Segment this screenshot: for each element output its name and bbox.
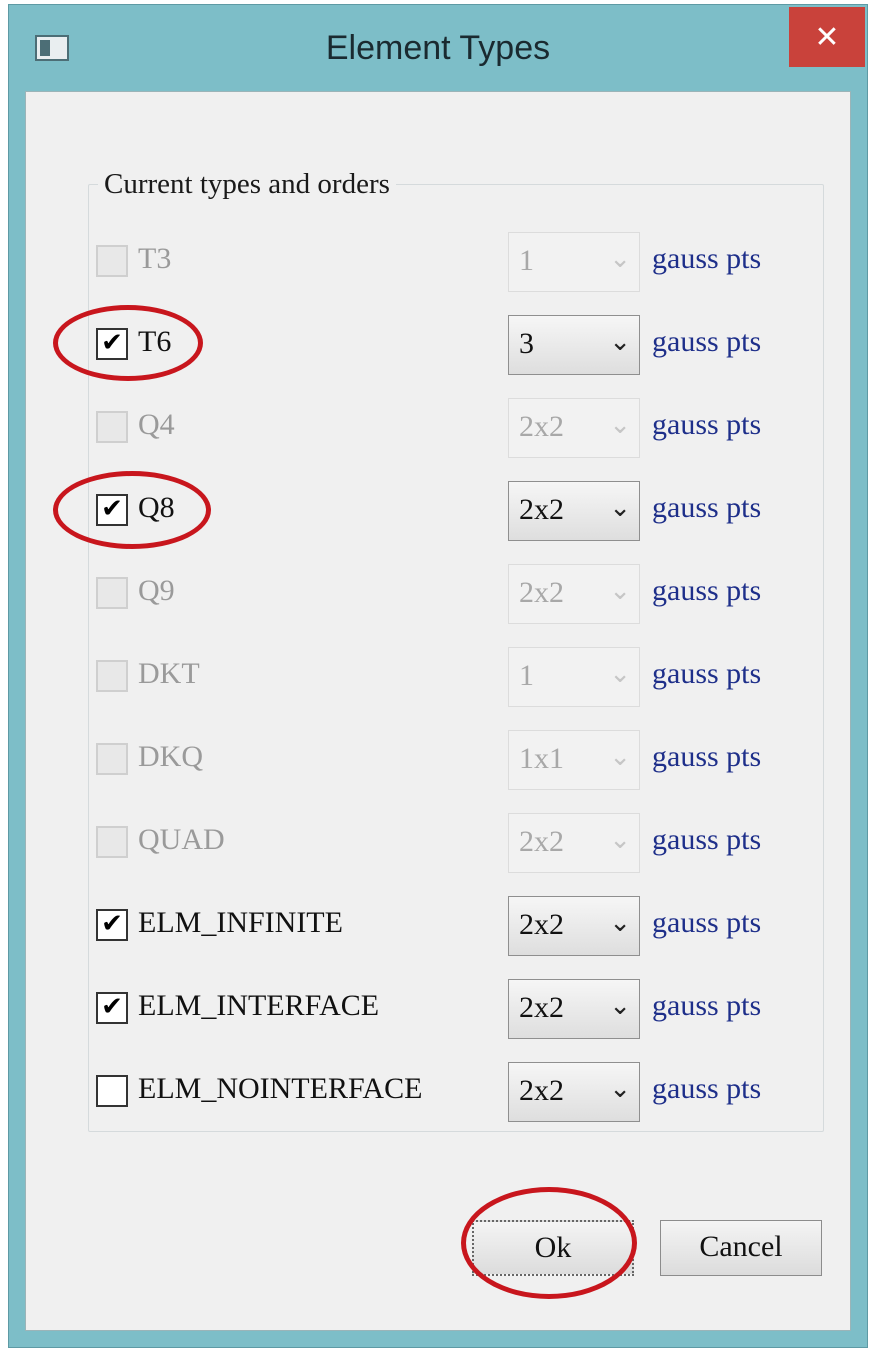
element-type-checkbox	[96, 743, 128, 775]
gauss-pts-label: gauss pts	[652, 1072, 762, 1105]
gauss-order-dropdown[interactable]: 2x2 ⌄	[508, 1062, 640, 1122]
element-type-label: Q9	[138, 574, 175, 607]
element-type-label: T3	[138, 242, 172, 275]
element-type-row: ✔ T6 3 ⌄ gauss pts	[88, 315, 824, 377]
gauss-order-dropdown[interactable]: 2x2 ⌄	[508, 481, 640, 541]
element-type-checkbox[interactable]: ✔	[96, 992, 128, 1024]
element-type-row: Q9 2x2 ⌄ gauss pts	[88, 564, 824, 626]
gauss-order-dropdown: 1 ⌄	[508, 232, 640, 292]
element-type-checkbox	[96, 826, 128, 858]
gauss-order-value: 2x2	[519, 493, 564, 526]
element-type-label: QUAD	[138, 823, 225, 856]
gauss-pts-label: gauss pts	[652, 491, 762, 524]
gauss-order-value: 2x2	[519, 991, 564, 1024]
chevron-down-icon: ⌄	[609, 410, 631, 440]
element-type-checkbox[interactable]: ✔	[96, 909, 128, 941]
gauss-order-dropdown[interactable]: 3 ⌄	[508, 315, 640, 375]
element-type-label: ELM_INFINITE	[138, 906, 343, 939]
gauss-pts-label: gauss pts	[652, 657, 762, 690]
gauss-order-dropdown[interactable]: 2x2 ⌄	[508, 896, 640, 956]
checkmark-icon: ✔	[101, 328, 123, 358]
element-type-checkbox	[96, 245, 128, 277]
chevron-down-icon: ⌄	[609, 742, 631, 772]
checkmark-icon: ✔	[101, 494, 123, 524]
chevron-down-icon: ⌄	[609, 991, 631, 1021]
gauss-order-value: 1x1	[519, 742, 564, 775]
checkmark-icon: ✔	[101, 992, 123, 1022]
element-type-row: Q4 2x2 ⌄ gauss pts	[88, 398, 824, 460]
chevron-down-icon: ⌄	[609, 659, 631, 689]
gauss-pts-label: gauss pts	[652, 823, 762, 856]
element-type-row: ✔ ELM_INTERFACE 2x2 ⌄ gauss pts	[88, 979, 824, 1041]
gauss-order-value: 1	[519, 244, 534, 277]
element-type-label: Q4	[138, 408, 175, 441]
chevron-down-icon: ⌄	[609, 327, 631, 357]
element-type-label: Q8	[138, 491, 175, 524]
gauss-pts-label: gauss pts	[652, 242, 762, 275]
window-title: Element Types	[325, 29, 551, 67]
title-bar[interactable]: Element Types ✕	[9, 5, 867, 91]
chevron-down-icon: ⌄	[609, 244, 631, 274]
gauss-pts-label: gauss pts	[652, 989, 762, 1022]
close-button[interactable]: ✕	[789, 7, 865, 67]
groupbox-title: Current types and orders	[98, 168, 396, 201]
element-type-label: DKQ	[138, 740, 203, 773]
checkmark-icon: ✔	[101, 909, 123, 939]
cancel-button[interactable]: Cancel	[660, 1220, 822, 1276]
element-type-row: DKQ 1x1 ⌄ gauss pts	[88, 730, 824, 792]
dialog-window: Element Types ✕ Current types and orders…	[8, 4, 868, 1348]
gauss-pts-label: gauss pts	[652, 325, 762, 358]
gauss-order-dropdown: 2x2 ⌄	[508, 813, 640, 873]
gauss-order-value: 3	[519, 327, 534, 360]
gauss-order-value: 1	[519, 659, 534, 692]
element-type-checkbox[interactable]: ✔	[96, 328, 128, 360]
dialog-body: Current types and orders T3 1 ⌄ gauss pts ✔ T…	[25, 91, 851, 1331]
chevron-down-icon: ⌄	[609, 1074, 631, 1104]
element-type-row: ✔ Q8 2x2 ⌄ gauss pts	[88, 481, 824, 543]
gauss-order-dropdown: 1x1 ⌄	[508, 730, 640, 790]
element-type-row: DKT 1 ⌄ gauss pts	[88, 647, 824, 709]
gauss-order-dropdown[interactable]: 2x2 ⌄	[508, 979, 640, 1039]
gauss-pts-label: gauss pts	[652, 906, 762, 939]
gauss-order-value: 2x2	[519, 825, 564, 858]
element-type-row: T3 1 ⌄ gauss pts	[88, 232, 824, 294]
element-type-checkbox[interactable]: ✔	[96, 494, 128, 526]
chevron-down-icon: ⌄	[609, 576, 631, 606]
element-type-label: T6	[138, 325, 172, 358]
element-type-checkbox	[96, 411, 128, 443]
element-type-row: ✔ ELM_INFINITE 2x2 ⌄ gauss pts	[88, 896, 824, 958]
gauss-order-value: 2x2	[519, 1074, 564, 1107]
element-type-label: ELM_NOINTERFACE	[138, 1072, 423, 1105]
element-type-checkbox	[96, 660, 128, 692]
gauss-pts-label: gauss pts	[652, 408, 762, 441]
gauss-pts-label: gauss pts	[652, 740, 762, 773]
element-type-label: DKT	[138, 657, 200, 690]
element-type-row: ELM_NOINTERFACE 2x2 ⌄ gauss pts	[88, 1062, 824, 1124]
element-type-checkbox	[96, 577, 128, 609]
gauss-order-dropdown: 2x2 ⌄	[508, 398, 640, 458]
gauss-pts-label: gauss pts	[652, 574, 762, 607]
ok-button[interactable]: Ok	[472, 1220, 634, 1276]
gauss-order-dropdown: 2x2 ⌄	[508, 564, 640, 624]
element-type-label: ELM_INTERFACE	[138, 989, 380, 1022]
element-type-row: QUAD 2x2 ⌄ gauss pts	[88, 813, 824, 875]
chevron-down-icon: ⌄	[609, 825, 631, 855]
chevron-down-icon: ⌄	[609, 908, 631, 938]
element-type-checkbox[interactable]	[96, 1075, 128, 1107]
gauss-order-value: 2x2	[519, 576, 564, 609]
gauss-order-value: 2x2	[519, 410, 564, 443]
gauss-order-value: 2x2	[519, 908, 564, 941]
gauss-order-dropdown: 1 ⌄	[508, 647, 640, 707]
chevron-down-icon: ⌄	[609, 493, 631, 523]
